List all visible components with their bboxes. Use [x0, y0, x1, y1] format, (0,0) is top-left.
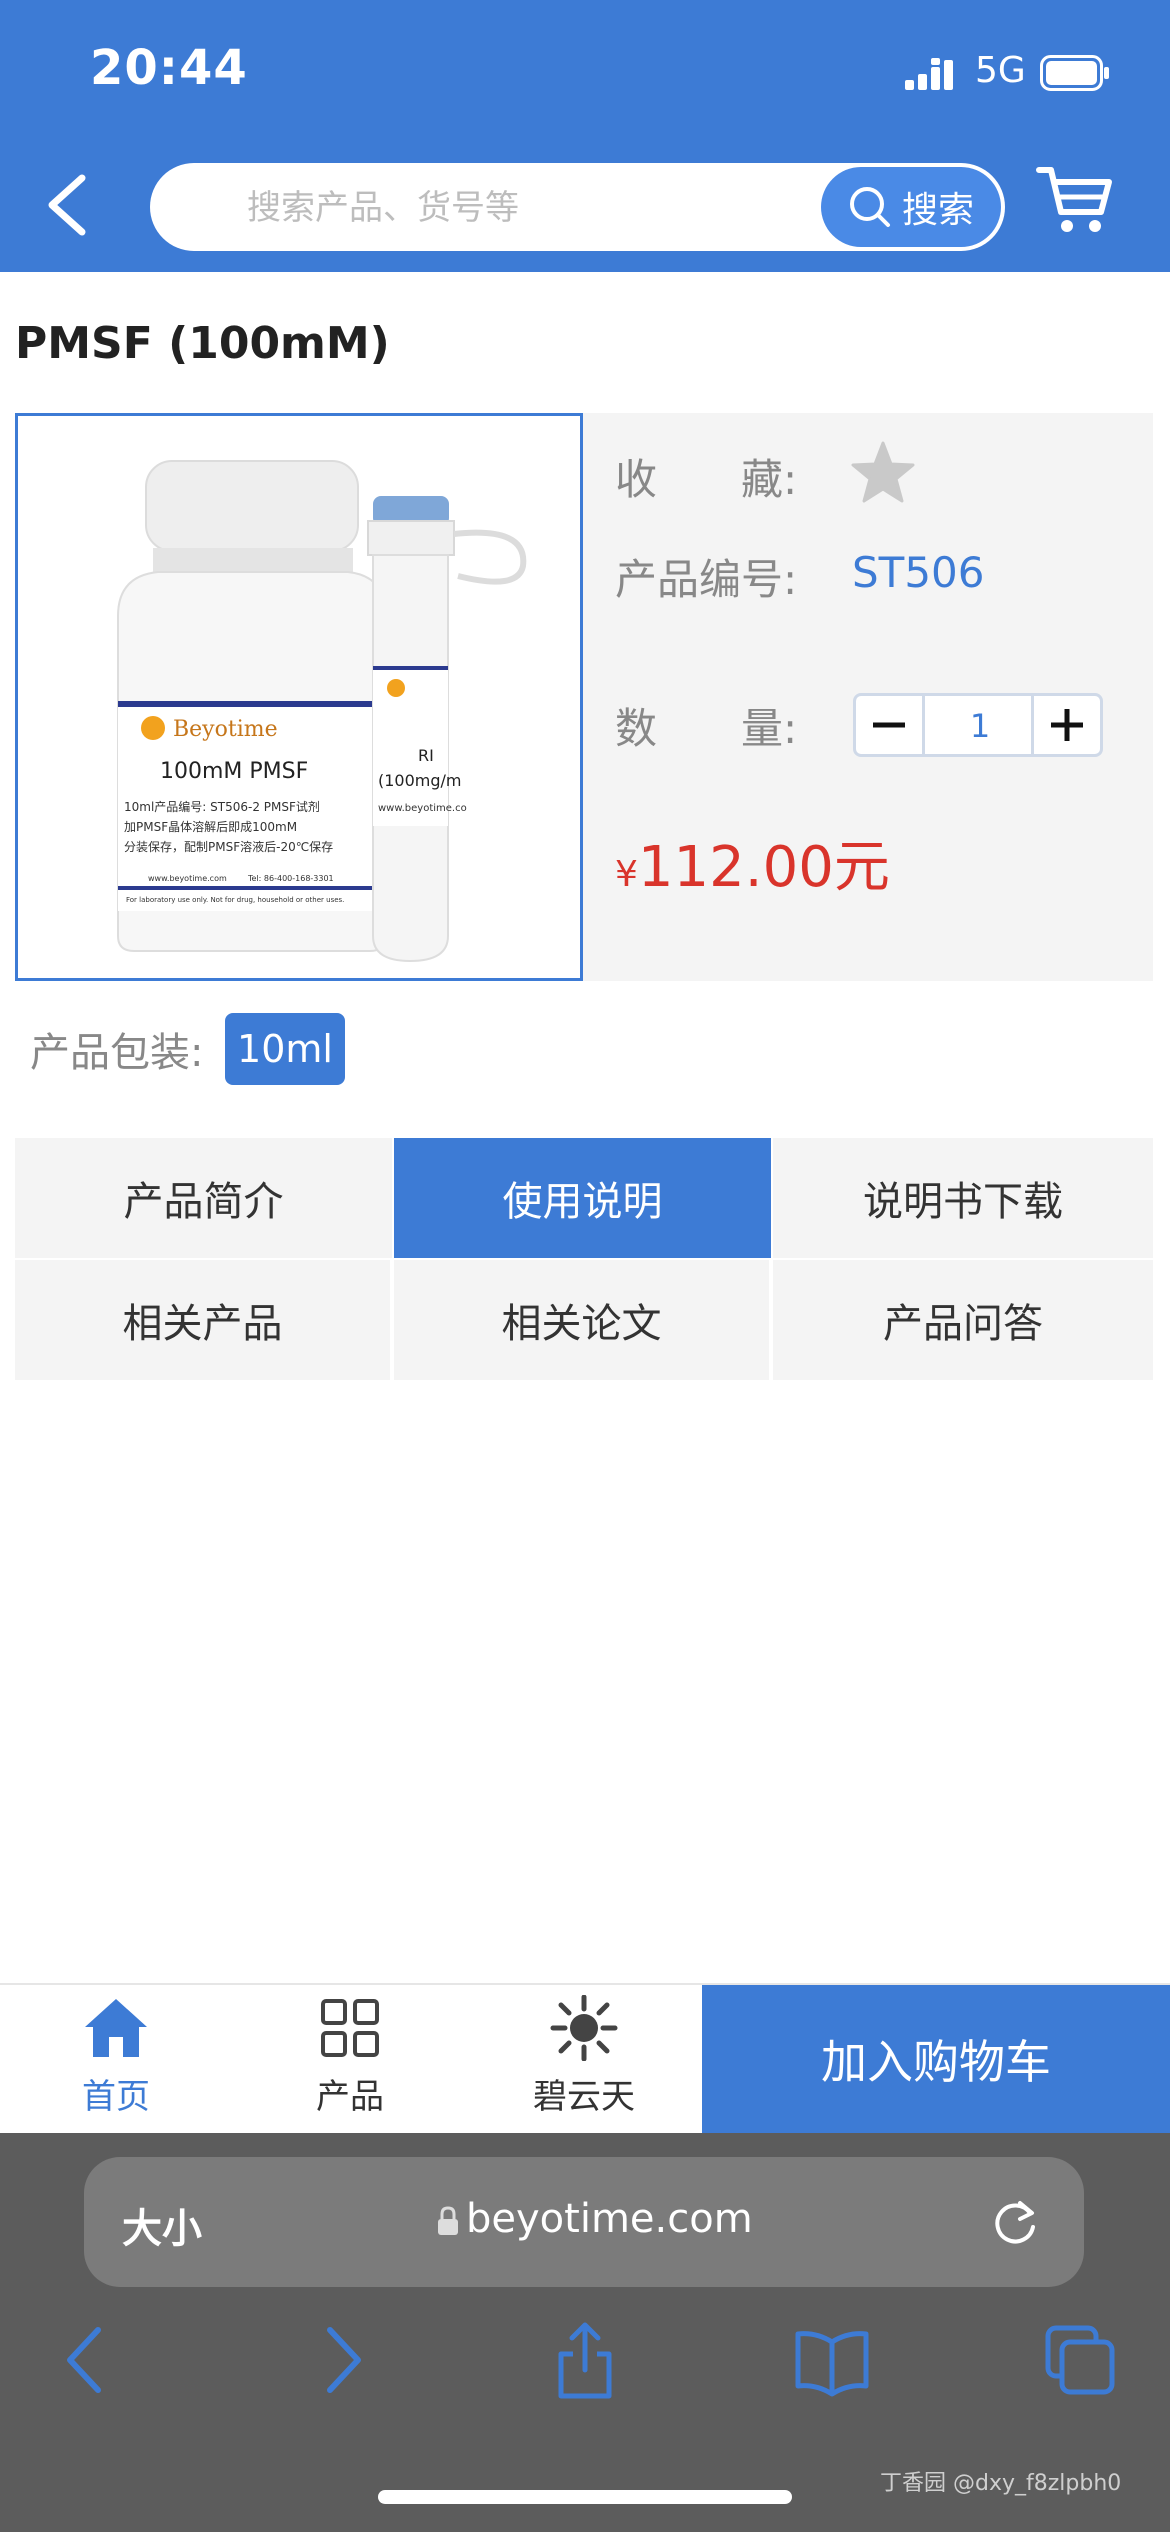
status-time: 20:44: [90, 40, 248, 96]
search-input[interactable]: [245, 163, 849, 253]
search-bar: 搜索: [150, 163, 1005, 253]
cart-icon[interactable]: [1035, 160, 1115, 240]
brand-logo-icon: [550, 1995, 618, 2061]
tab-product-qa[interactable]: 产品问答: [773, 1260, 1153, 1380]
battery-icon: [1040, 55, 1109, 91]
watermark: 丁香园 @dxy_f8zlpbh0: [880, 2471, 1122, 2496]
browser-back-icon[interactable]: [48, 2320, 128, 2400]
network-type: 5G: [975, 50, 1026, 91]
product-code-value: ST506: [852, 548, 985, 597]
home-indicator: [378, 2490, 792, 2504]
quantity-stepper: [853, 693, 1103, 757]
product-image[interactable]: Beyotime 100mM PMSF 10ml产品编号: ST506-2 PM…: [15, 413, 583, 981]
plus-icon: [1051, 709, 1083, 741]
package-option-10ml[interactable]: 10ml: [225, 1013, 345, 1085]
product-photo: Beyotime 100mM PMSF 10ml产品编号: ST506-2 PM…: [117, 460, 527, 963]
nav-home-label: 首页: [82, 2077, 150, 2117]
quantity-increase-button[interactable]: [1031, 696, 1100, 754]
star-icon[interactable]: [850, 440, 916, 506]
bottle-brand: Beyotime: [173, 717, 278, 742]
quantity-label: 数 量:: [615, 704, 798, 753]
lock-icon: [438, 2206, 458, 2235]
quantity-decrease-button[interactable]: [856, 696, 925, 754]
back-arrow-icon[interactable]: [40, 170, 100, 240]
bottle-tel: Tel: 86-400-168-3301: [247, 874, 334, 883]
tab-usage-instructions[interactable]: 使用说明: [394, 1138, 771, 1258]
tube-line1: RI: [418, 746, 434, 765]
grid-icon: [321, 1999, 379, 2057]
text-size-button[interactable]: 大小: [122, 2196, 202, 2254]
tab-related-papers[interactable]: 相关论文: [394, 1260, 769, 1380]
add-to-cart-button[interactable]: 加入购物车: [702, 1985, 1170, 2133]
tab-manual-download[interactable]: 说明书下载: [773, 1138, 1153, 1258]
bookmarks-icon[interactable]: [792, 2320, 872, 2400]
tabs-icon[interactable]: [1040, 2320, 1120, 2400]
bottle-line1: 10ml产品编号: ST506-2 PMSF试剂: [124, 799, 320, 814]
nav-brand[interactable]: 碧云天: [484, 1995, 684, 2125]
nav-products[interactable]: 产品: [250, 1995, 450, 2125]
nav-home[interactable]: 首页: [16, 1995, 216, 2125]
tab-related-products[interactable]: 相关产品: [15, 1260, 390, 1380]
home-icon: [85, 1999, 147, 2057]
reload-icon[interactable]: [990, 2195, 1040, 2249]
product-code-label: 产品编号:: [615, 555, 798, 604]
bottle-line3: 分装保存，配制PMSF溶液后-20℃保存: [124, 839, 333, 854]
search-button[interactable]: 搜索: [821, 167, 1001, 247]
browser-forward-icon[interactable]: [300, 2320, 380, 2400]
nav-brand-label: 碧云天: [533, 2077, 635, 2117]
minus-icon: [873, 722, 905, 728]
url-text: beyotime.com: [466, 2196, 753, 2242]
bottle-site: www.beyotime.com: [148, 874, 227, 883]
signal-icon: [905, 58, 953, 90]
bottle-name: 100mM PMSF: [160, 759, 308, 784]
search-button-label: 搜索: [901, 190, 974, 231]
tube-site: www.beyotime.co: [378, 803, 467, 814]
nav-products-label: 产品: [316, 2077, 384, 2117]
bottle-line2: 加PMSF晶体溶解后即成100mM: [124, 819, 297, 834]
price-amount: 112.00元: [637, 835, 890, 900]
tab-product-intro[interactable]: 产品简介: [15, 1138, 392, 1258]
quantity-input[interactable]: [922, 696, 1038, 756]
price-currency: ¥: [615, 854, 638, 895]
bottle-disclaimer: For laboratory use only. Not for drug, h…: [126, 896, 344, 904]
share-icon[interactable]: [545, 2320, 625, 2400]
search-icon: [849, 187, 890, 227]
package-label: 产品包装:: [30, 1030, 204, 1076]
favorite-label: 收 藏:: [615, 455, 798, 504]
product-title: PMSF (100mM): [15, 318, 390, 369]
price: ¥112.00元: [615, 822, 890, 903]
tube-line2: (100mg/m: [378, 771, 462, 790]
